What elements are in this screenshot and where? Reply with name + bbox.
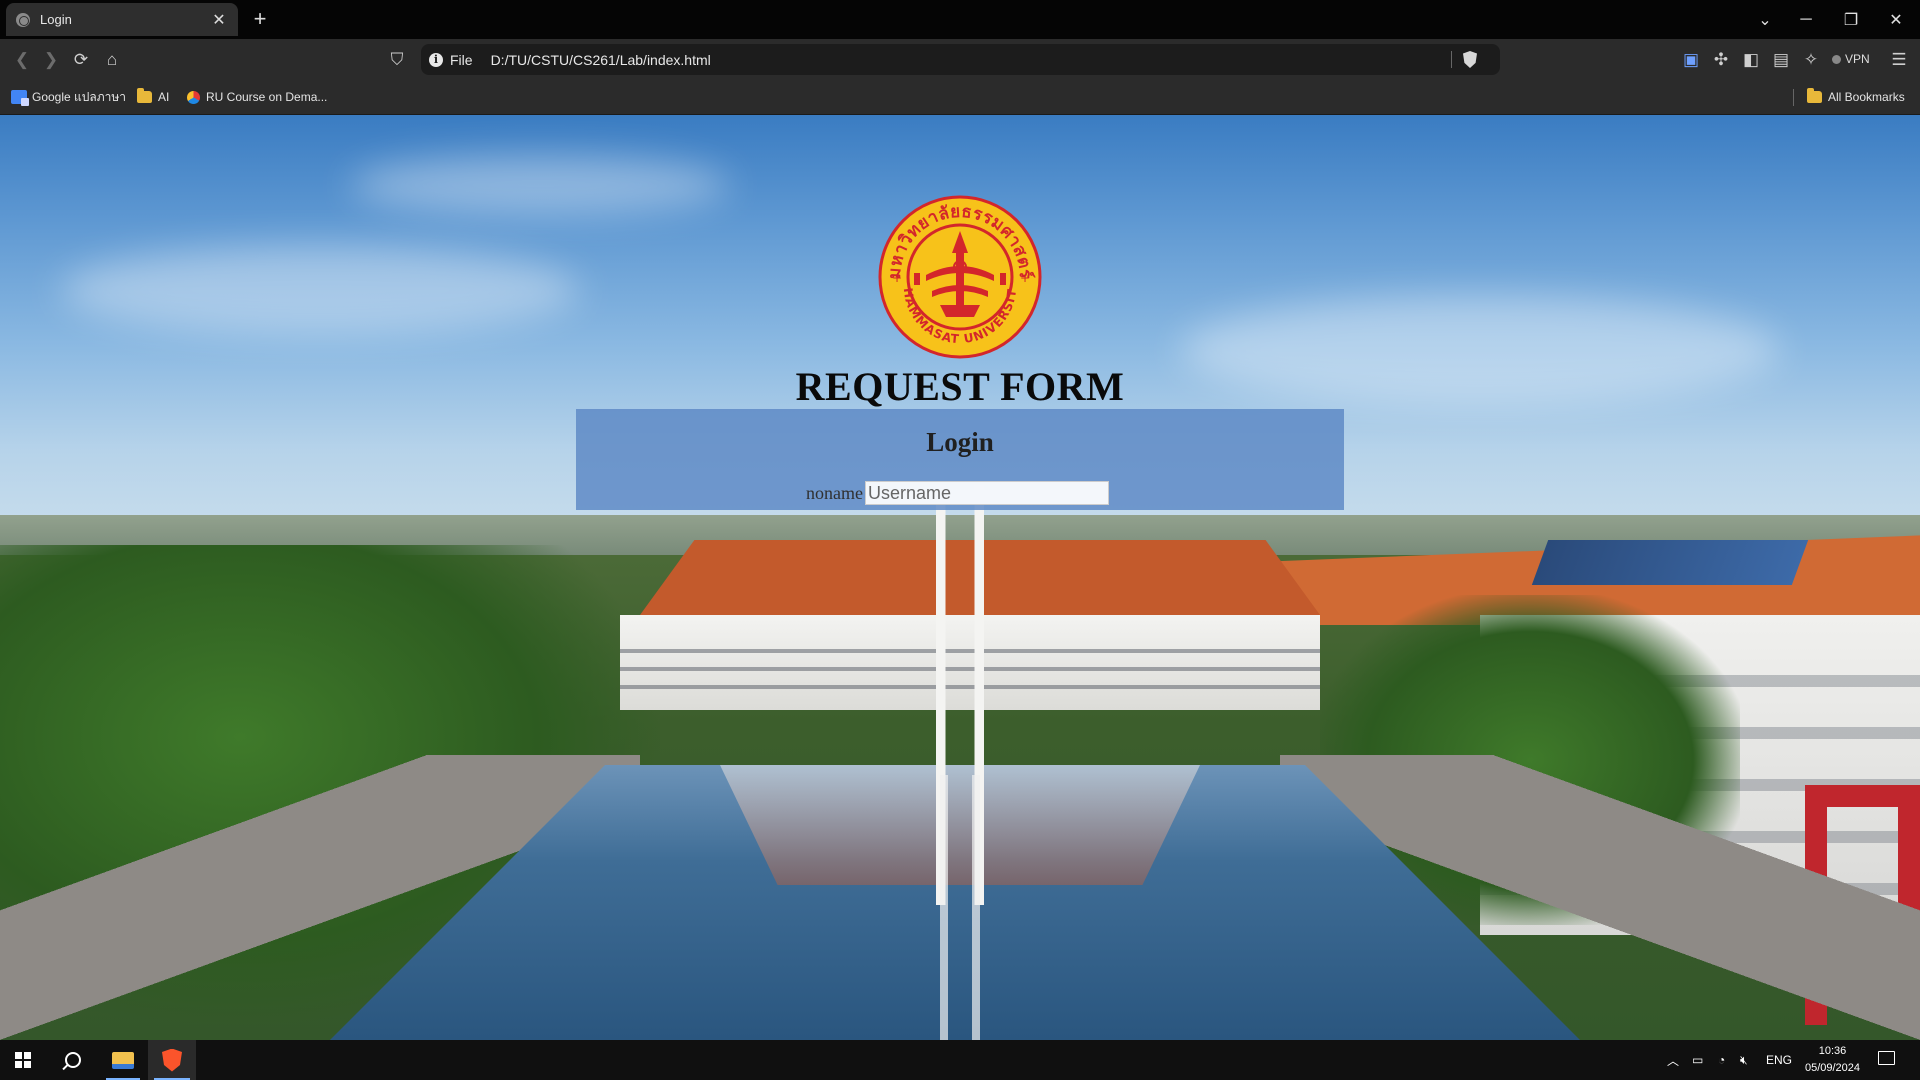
username-label: noname <box>806 482 863 503</box>
wallet-icon[interactable]: ▤ <box>1768 47 1794 73</box>
page-viewport: มหาวิทยาลัยธรรมศาสตร์ THAMMASAT UNIVERSI… <box>0 115 1920 1040</box>
vpn-button[interactable]: VPN <box>1832 49 1870 69</box>
tab-close-icon[interactable]: ✕ <box>210 10 228 30</box>
bookmark-label: AI <box>158 90 170 104</box>
svg-text:+: + <box>892 271 902 285</box>
brave-browser-icon <box>162 1048 182 1072</box>
brave-taskbar-button[interactable] <box>148 1040 196 1080</box>
forward-arrow-icon[interactable]: ❯ <box>38 47 64 73</box>
thammasat-seal-logo: มหาวิทยาลัยธรรมศาสตร์ THAMMASAT UNIVERSI… <box>878 195 1042 359</box>
svg-text:+: + <box>1020 271 1030 285</box>
sidebar-icon[interactable]: ◧ <box>1738 47 1764 73</box>
ru-course-icon <box>187 90 200 104</box>
start-button[interactable] <box>0 1040 46 1080</box>
google-translate-icon <box>11 90 29 106</box>
restore-button[interactable]: ❐ <box>1828 0 1874 39</box>
menu-icon[interactable]: ☰ <box>1886 47 1912 73</box>
page-globe-icon <box>16 12 30 27</box>
site-info-icon[interactable]: i <box>429 52 443 67</box>
bookmark-google-translate[interactable]: Google แปลภาษา <box>11 88 126 106</box>
home-icon[interactable]: ⌂ <box>99 47 125 73</box>
url-text[interactable]: D:/TU/CSTU/CS261/Lab/index.html <box>491 52 711 68</box>
page-title: REQUEST FORM <box>795 364 1125 409</box>
search-icon <box>65 1052 81 1068</box>
urlbar-divider <box>1451 51 1452 68</box>
bookmark-icon[interactable]: ⛉ <box>384 47 410 73</box>
background-cloud <box>60 245 580 335</box>
language-indicator[interactable]: ENG <box>1766 1040 1792 1080</box>
close-window-button[interactable]: ✕ <box>1873 0 1919 39</box>
file-explorer-button[interactable] <box>100 1040 146 1080</box>
login-panel: Login noname <box>576 409 1344 510</box>
address-bar[interactable]: i File D:/TU/CSTU/CS261/Lab/index.html <box>421 44 1500 75</box>
background-solar-panels <box>1531 540 1809 585</box>
volume-muted-icon[interactable]: 🔇︎ <box>1740 1040 1748 1080</box>
username-row: noname <box>806 481 1109 505</box>
bookmark-label: Google แปลภาษา <box>32 89 127 104</box>
folder-icon <box>137 88 152 103</box>
bookmark-label: RU Course on Dema... <box>206 90 328 104</box>
username-input[interactable] <box>864 481 1109 505</box>
login-heading: Login <box>926 427 994 457</box>
back-arrow-icon[interactable]: ❮ <box>9 47 35 73</box>
clock-date: 05/09/2024 <box>1804 1062 1861 1074</box>
network-icon[interactable]: ◔ <box>1718 1040 1725 1080</box>
leo-ai-icon[interactable]: ✧ <box>1798 47 1824 73</box>
battery-icon[interactable]: ▭ <box>1692 1040 1703 1080</box>
background-tower-reflection <box>910 775 1010 1040</box>
bookmark-folder-ai[interactable]: AI <box>137 88 169 106</box>
vpn-label: VPN <box>1845 52 1870 66</box>
all-bookmarks-label: All Bookmarks <box>1828 90 1905 104</box>
tray-overflow-chevron-icon[interactable]: ︿ <box>1667 1040 1679 1080</box>
vpn-status-icon <box>1832 54 1841 64</box>
brave-shield-icon[interactable] <box>1463 51 1477 68</box>
tab-login[interactable]: Login ✕ <box>6 3 238 36</box>
folder-icon <box>1807 88 1822 103</box>
all-bookmarks-button[interactable]: All Bookmarks <box>1807 88 1905 106</box>
extensions-icon[interactable]: ✣ <box>1708 47 1734 73</box>
file-explorer-icon <box>112 1051 134 1069</box>
windows-logo-icon <box>15 1052 31 1068</box>
bookmarks-bar: Google แปลภาษา AI RU Course on Dema... A… <box>0 80 1920 115</box>
windows-taskbar: ︿ ▭ ◔ 🔇︎ ENG 10:36 05/09/2024 <box>0 1040 1920 1080</box>
tab-strip: Login ✕ + ⌄ ─ ❐ ✕ <box>0 0 1920 39</box>
notification-icon[interactable] <box>1878 1051 1895 1065</box>
tab-title: Login <box>40 12 72 27</box>
clock-time: 10:36 <box>1818 1045 1847 1057</box>
bookmark-ru-course[interactable]: RU Course on Dema... <box>187 88 327 106</box>
browser-toolbar: ❮ ❯ ⟳ ⌂ ⛉ i File D:/TU/CSTU/CS261/Lab/in… <box>0 39 1920 80</box>
background-cloud <box>350 155 730 215</box>
taskbar-clock[interactable]: 10:36 05/09/2024 <box>1790 1043 1875 1077</box>
search-button[interactable] <box>50 1040 96 1080</box>
minimize-button[interactable]: ─ <box>1783 0 1829 39</box>
new-tab-button[interactable]: + <box>248 6 272 32</box>
translate-icon[interactable]: ▣ <box>1678 47 1704 73</box>
bookmarks-divider <box>1793 89 1794 106</box>
reload-icon[interactable]: ⟳ <box>68 47 94 73</box>
tab-list-chevron-icon[interactable]: ⌄ <box>1742 0 1788 39</box>
url-scheme: File <box>450 51 473 68</box>
